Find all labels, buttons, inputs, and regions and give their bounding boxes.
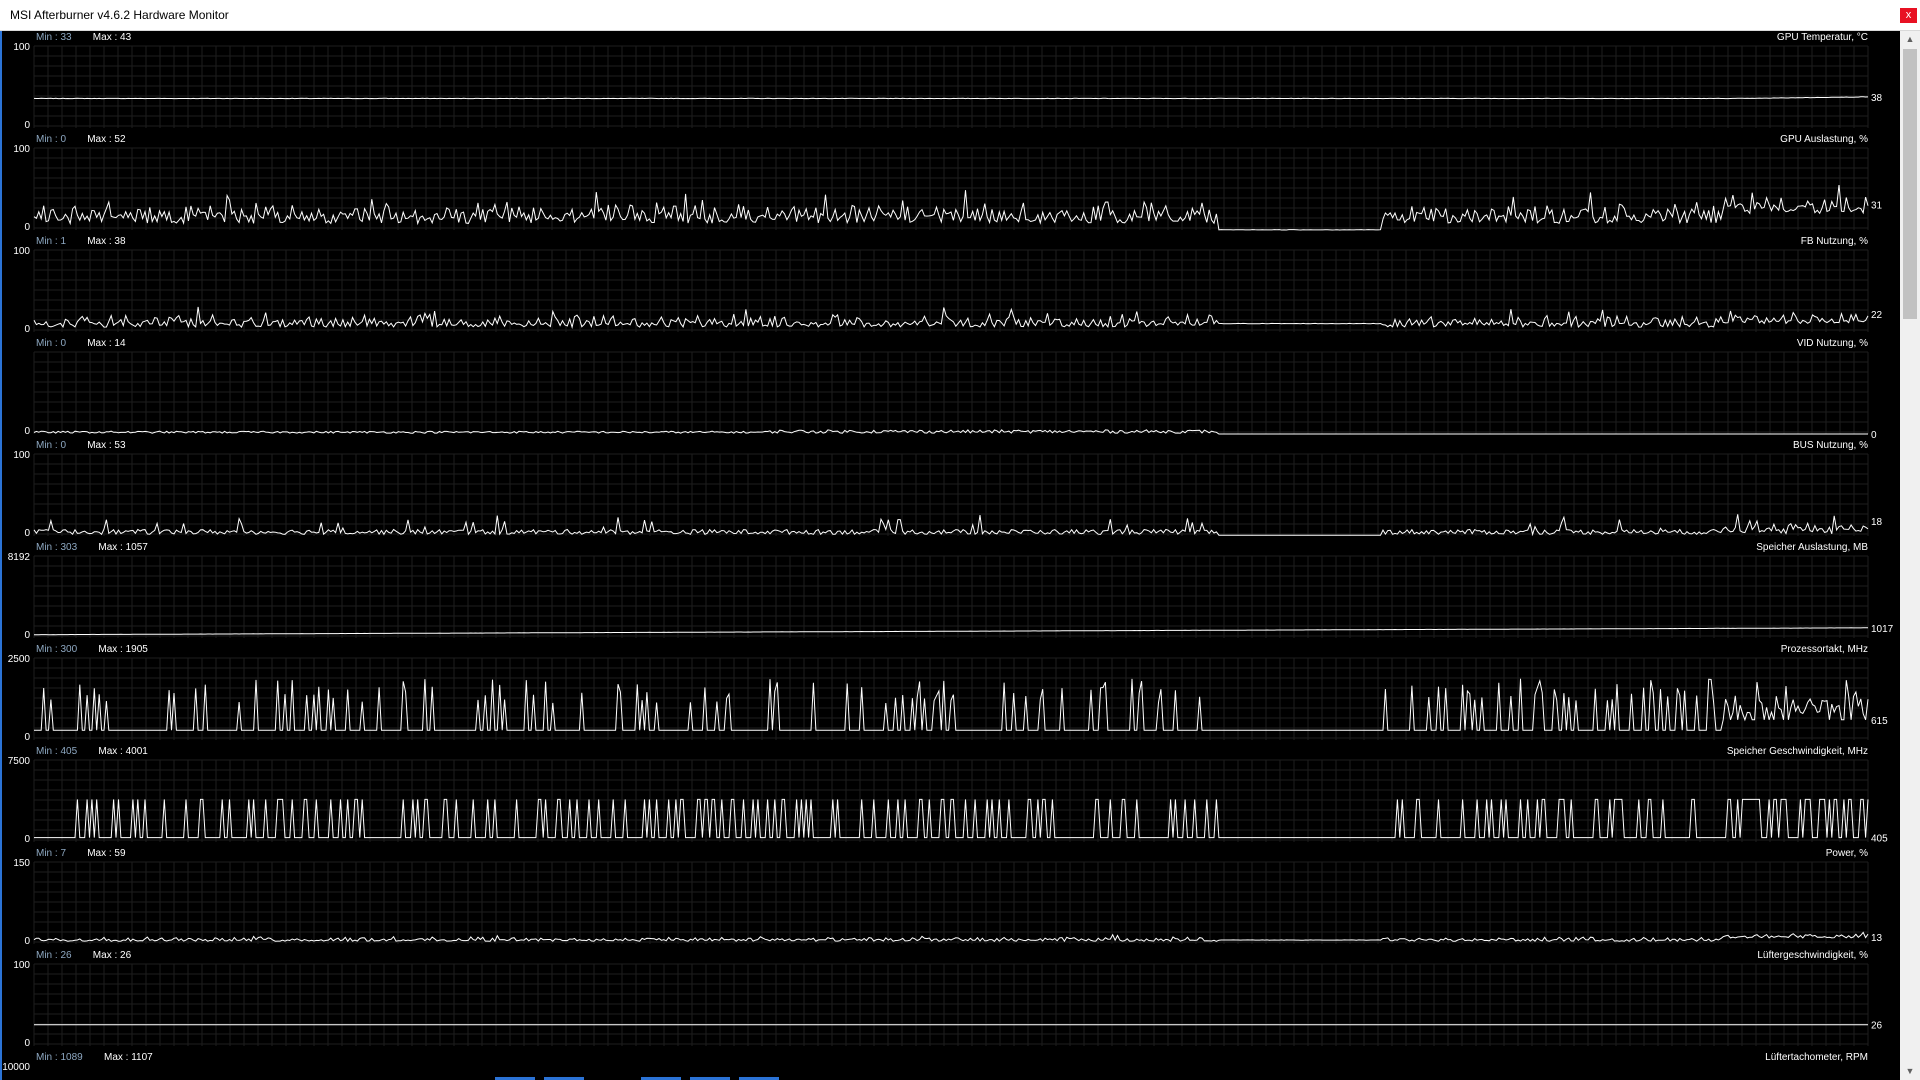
min-label: Min : 33 [36, 32, 72, 43]
graph-title: GPU Auslastung, % [1780, 134, 1868, 145]
graph-title: BUS Nutzung, % [1793, 440, 1868, 451]
min-label: Min : 0 [36, 134, 66, 145]
graph-panel [33, 759, 1869, 842]
graph-panel [33, 453, 1869, 537]
close-icon: x [1905, 9, 1912, 21]
min-label: Min : 0 [36, 440, 66, 451]
y-max-label: 100 [13, 144, 30, 155]
min-label: Min : 0 [36, 338, 66, 349]
max-label: Max : 52 [87, 134, 126, 145]
y-max-label: 100 [13, 246, 30, 257]
series-line [33, 514, 1869, 537]
min-label: Min : 300 [36, 644, 78, 655]
current-value: 18 [1871, 517, 1883, 528]
title-bar[interactable]: MSI Afterburner v4.6.2 Hardware Monitor … [0, 0, 1920, 31]
y-min-label: 0 [24, 936, 30, 947]
chevron-up-icon[interactable]: ▲ [1900, 31, 1920, 48]
max-label: Max : 4001 [98, 746, 148, 757]
current-value: 13 [1871, 933, 1883, 944]
max-label: Max : 59 [87, 848, 126, 859]
graph-title: Lüftergeschwindigkeit, % [1757, 950, 1868, 961]
graph-panel [33, 861, 1869, 944]
y-max-label: 7500 [8, 756, 31, 767]
y-min-label: 0 [24, 426, 30, 437]
series-line [33, 931, 1869, 943]
graph-title: Prozessortakt, MHz [1781, 644, 1868, 655]
graph-title: VID Nutzung, % [1797, 338, 1868, 349]
y-max-label: 100 [13, 450, 30, 461]
max-label: Max : 1057 [98, 542, 148, 553]
graph-panel [33, 963, 1869, 1046]
series-line [34, 798, 1869, 839]
y-max-label: 150 [13, 858, 30, 869]
graph-title: FB Nutzung, % [1801, 236, 1868, 247]
max-label: Max : 26 [93, 950, 132, 961]
max-label: Max : 1107 [104, 1052, 153, 1063]
max-label: Max : 43 [93, 32, 132, 43]
y-min-label: 0 [24, 324, 30, 335]
y-min-label: 0 [24, 1038, 30, 1049]
graph-panel [33, 555, 1869, 638]
current-value: 1017 [1871, 624, 1894, 635]
close-button[interactable]: x [1900, 8, 1917, 23]
vertical-scrollbar[interactable]: ▲ ▼ [1900, 31, 1920, 1080]
graph-panel [33, 657, 1869, 740]
current-value: 26 [1871, 1021, 1883, 1032]
y-min-label: 0 [24, 528, 30, 539]
hardware-monitor-graphs: Min : 33 Max : 43 GPU Temperatur, °C 100 0 38… [2, 31, 1900, 1080]
scrollbar-thumb[interactable] [1903, 49, 1917, 319]
min-label: Min : 26 [36, 950, 72, 961]
series-line [33, 96, 1869, 100]
graph-title: Speicher Auslastung, MB [1756, 542, 1868, 553]
graphs-canvas: Min : 33 Max : 43 GPU Temperatur, °C 100 0 38… [2, 32, 1894, 1073]
graph-title: Power, % [1826, 848, 1868, 859]
min-label: Min : 1089 [36, 1052, 83, 1063]
min-label: Min : 7 [36, 848, 66, 859]
current-value: 22 [1871, 310, 1883, 321]
y-max-label: 10000 [2, 1062, 30, 1073]
chevron-down-icon[interactable]: ▼ [1900, 1063, 1920, 1080]
min-label: Min : 1 [36, 236, 66, 247]
min-label: Min : 303 [36, 542, 78, 553]
max-label: Max : 38 [87, 236, 126, 247]
graph-title: GPU Temperatur, °C [1777, 32, 1868, 43]
max-label: Max : 1905 [98, 644, 148, 655]
y-max-label: 100 [13, 42, 30, 53]
graph-panel [33, 351, 1869, 435]
y-min-label: 0 [24, 732, 30, 743]
current-value: 38 [1871, 93, 1883, 104]
y-max-label: 100 [13, 960, 30, 971]
series-line [34, 678, 1869, 731]
current-value: 0 [1871, 430, 1877, 441]
window-title: MSI Afterburner v4.6.2 Hardware Monitor [10, 8, 229, 22]
max-label: Max : 14 [87, 338, 126, 349]
graph-title: Lüftertachometer, RPM [1765, 1052, 1868, 1063]
current-value: 405 [1871, 834, 1888, 845]
graph-panel [33, 147, 1869, 231]
graph-panel [33, 249, 1869, 332]
y-max-label: 8192 [8, 552, 31, 563]
current-value: 31 [1871, 201, 1883, 212]
y-min-label: 0 [24, 120, 30, 131]
y-min-label: 0 [24, 222, 30, 233]
max-label: Max : 53 [87, 440, 126, 451]
graph-panel [33, 45, 1869, 128]
y-min-label: 0 [24, 630, 30, 641]
min-label: Min : 405 [36, 746, 78, 757]
current-value: 615 [1871, 716, 1888, 727]
graph-title: Speicher Geschwindigkeit, MHz [1727, 746, 1868, 757]
y-min-label: 0 [24, 834, 30, 845]
series-line [34, 627, 1868, 636]
y-max-label: 2500 [8, 654, 31, 665]
